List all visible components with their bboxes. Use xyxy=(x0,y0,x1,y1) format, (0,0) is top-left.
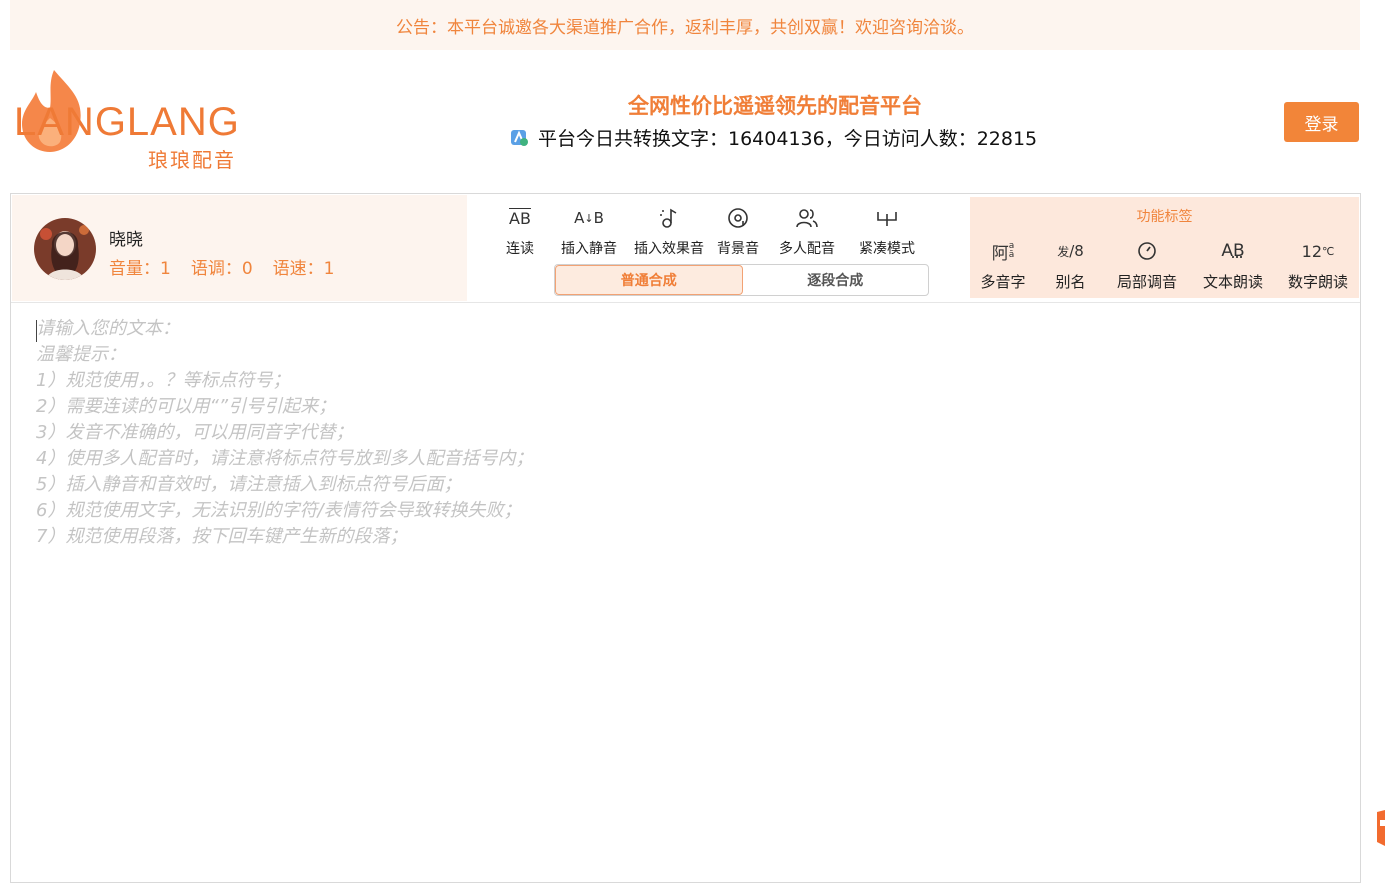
tag-local-tuning[interactable]: 局部调音 xyxy=(1105,237,1189,292)
avatar[interactable] xyxy=(34,218,96,280)
stats-line: 平台今日共转换文字：16404136，今日访问人数：22815 xyxy=(508,123,1037,151)
tool-insert-effect[interactable]: 插入效果音 xyxy=(629,204,709,258)
tool-liandu[interactable]: AB 连读 xyxy=(491,204,549,258)
placeholder-line: 请输入您的文本： xyxy=(36,318,180,339)
function-tags-title: 功能标签 xyxy=(1136,209,1193,225)
slogan: 全网性价比遥遥领先的配音平台 xyxy=(628,94,922,118)
tag-label: 文本朗读 xyxy=(1202,273,1263,291)
tool-background-music[interactable]: 背景音 xyxy=(709,204,767,258)
text-reading-icon: AB xyxy=(1221,241,1245,261)
toolbar: AB 连读 A ↓ B 插入静音 插入效果音 背景音 多人配音 紧凑模式 xyxy=(491,204,927,258)
mode-segment[interactable]: 逐段合成 xyxy=(743,265,929,295)
tag-text-reading[interactable]: AB 文本朗读 xyxy=(1189,237,1277,292)
placeholder-line: 5）插入静音和音效时，请注意插入到标点符号后面； xyxy=(36,474,462,495)
placeholder-line: 温馨提示： xyxy=(36,344,126,365)
text-caret xyxy=(36,320,37,342)
tool-label: 插入效果音 xyxy=(634,241,704,257)
tool-label: 紧凑模式 xyxy=(859,241,915,257)
volume-value: 音量：1 xyxy=(109,259,171,279)
logo-text: LANGLANG xyxy=(14,100,240,144)
voice-name: 晓晓 xyxy=(109,230,143,250)
tool-label: 背景音 xyxy=(717,241,759,257)
voice-params: 音量：1 语调：0 语速：1 xyxy=(109,254,334,279)
placeholder-line: 2）需要连读的可以用“”引号引起来； xyxy=(36,396,337,417)
compact-icon xyxy=(875,204,899,232)
tag-number-reading[interactable]: 12 ℃ 数字朗读 xyxy=(1277,237,1359,292)
tool-label: 连读 xyxy=(506,241,534,257)
voice-selector[interactable]: 晓晓 音量：1 语调：0 语速：1 xyxy=(12,195,467,301)
tool-label: 插入静音 xyxy=(561,241,617,257)
tool-insert-silence[interactable]: A ↓ B 插入静音 xyxy=(549,204,629,258)
mode-normal[interactable]: 普通合成 xyxy=(555,265,743,295)
text-input-area[interactable]: 请输入您的文本： 温馨提示： 1）规范使用，。？等标点符号； 2）需要连读的可以… xyxy=(36,316,1336,856)
insert-silence-icon: A ↓ B xyxy=(574,209,604,227)
tag-alias[interactable]: 发/8 别名 xyxy=(1036,237,1105,292)
login-button[interactable]: 登录 xyxy=(1284,102,1359,142)
placeholder-line: 6）规范使用文字，无法识别的字符/表情符会导致转换失败； xyxy=(36,500,522,521)
users-icon xyxy=(795,204,819,232)
tag-label: 别名 xyxy=(1055,273,1086,291)
toolbar-divider xyxy=(11,302,1360,303)
tag-polyphone[interactable]: 阿aā 多音字 xyxy=(970,237,1036,292)
placeholder-line: 7）规范使用段落，按下回车键产生新的段落； xyxy=(36,526,408,547)
placeholder-line: 1）规范使用，。？等标点符号； xyxy=(36,370,291,391)
side-float-icon[interactable] xyxy=(1373,808,1385,848)
synthesis-mode-switch: 普通合成 逐段合成 xyxy=(554,264,929,296)
logo-subtitle: 琅琅配音 xyxy=(148,148,236,172)
tag-label: 局部调音 xyxy=(1116,273,1177,291)
tool-compact-mode[interactable]: 紧凑模式 xyxy=(847,204,927,258)
stats-icon xyxy=(511,130,528,146)
tag-label: 多音字 xyxy=(980,273,1026,291)
function-tags-panel: 功能标签 阿aā 多音字 发/8 别名 局部调音 AB 文本朗读 12 ℃ 数字… xyxy=(970,197,1359,298)
tag-label: 数字朗读 xyxy=(1287,273,1348,291)
editor-panel: 晓晓 音量：1 语调：0 语速：1 AB 连读 A ↓ B 插入静音 插入效果音 背… xyxy=(10,193,1361,883)
polyphone-icon: 阿aā xyxy=(991,241,1015,264)
music-note-icon xyxy=(659,204,679,232)
alias-icon: 发/8 xyxy=(1057,242,1084,260)
disc-icon xyxy=(727,204,749,232)
liandu-icon: AB xyxy=(509,208,531,228)
stats-text: 平台今日共转换文字：16404136，今日访问人数：22815 xyxy=(538,127,1038,150)
placeholder-line: 4）使用多人配音时，请注意将标点符号放到多人配音括号内； xyxy=(36,448,534,469)
logo[interactable]: LANGLANG 琅琅配音 xyxy=(14,68,274,174)
announcement-bar: 公告：本平台诚邀各大渠道推广合作，返利丰厚，共创双赢！欢迎咨询洽谈。 xyxy=(10,0,1360,50)
dial-icon xyxy=(1137,237,1157,265)
tool-multi-voice[interactable]: 多人配音 xyxy=(767,204,847,258)
function-tags-list: 阿aā 多音字 发/8 别名 局部调音 AB 文本朗读 12 ℃ 数字朗读 xyxy=(970,237,1359,292)
placeholder-line: 3）发音不准确的，可以用同音字代替； xyxy=(36,422,354,443)
tool-label: 多人配音 xyxy=(779,241,835,257)
speed-value: 语速：1 xyxy=(272,259,335,279)
pitch-value: 语调：0 xyxy=(190,259,253,279)
number-reading-icon: 12 ℃ xyxy=(1301,241,1335,261)
